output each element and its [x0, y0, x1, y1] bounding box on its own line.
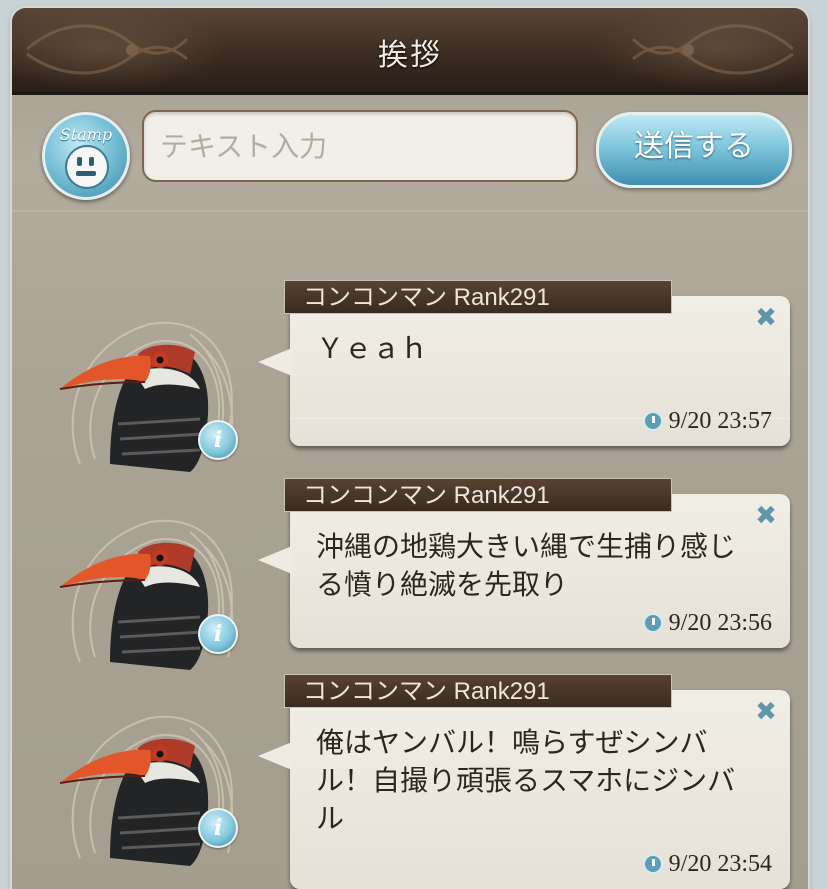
stamp-face-icon [65, 145, 109, 189]
author-name-tag[interactable]: コンコンマン Rank291 [284, 478, 672, 512]
stamp-button[interactable]: Stamp [42, 112, 130, 200]
stamp-label: Stamp [59, 125, 113, 144]
clock-icon [642, 411, 663, 431]
message-timestamp: 9/20 23:54 [642, 851, 772, 877]
clock-icon [642, 854, 663, 874]
author-name-tag[interactable]: コンコンマン Rank291 [284, 674, 672, 708]
info-icon[interactable]: i [198, 808, 238, 848]
message-bubble: ✖ 俺はヤンバル！鳴らすぜシンバル！自撮り頑張るスマホにジンバル 9/20 23… [258, 690, 790, 889]
info-icon[interactable]: i [198, 420, 238, 460]
message-item: i コンコンマン Rank291 ✖ 俺はヤンバル！鳴らすぜシンバル！自撮り頑張… [12, 672, 808, 889]
timestamp-text: 9/20 23:57 [668, 408, 772, 434]
clock-icon [642, 613, 663, 633]
message-timestamp: 9/20 23:57 [642, 408, 772, 434]
message-text: 沖縄の地鶏大きい縄で生捕り感じる憤り絶滅を先取り [316, 530, 737, 601]
message-item: i コンコンマン Rank291 ✖ Ｙｅａｈ 9/20 23:57 [12, 278, 808, 472]
message-bubble: ✖ Ｙｅａｈ 9/20 23:57 [258, 296, 790, 446]
page-title: 挨拶 [378, 38, 442, 73]
timestamp-text: 9/20 23:56 [668, 610, 772, 636]
header-bar: 挨拶 [12, 8, 808, 95]
bubble-tail [258, 348, 292, 376]
author-name-tag[interactable]: コンコンマン Rank291 [284, 280, 672, 314]
message-input[interactable] [142, 110, 578, 182]
close-icon[interactable]: ✖ [754, 305, 778, 331]
message-item: i コンコンマン Rank291 ✖ 沖縄の地鶏大きい縄で生捕り感じる憤り絶滅を… [12, 476, 808, 670]
message-text: 俺はヤンバル！鳴らすぜシンバル！自撮り頑張るスマホにジンバル [316, 726, 736, 835]
chat-panel: 挨拶 Stamp 送信する i [12, 8, 808, 889]
feed-divider [12, 210, 808, 212]
bubble-tail [258, 546, 292, 574]
close-icon[interactable]: ✖ [754, 503, 778, 529]
message-timestamp: 9/20 23:56 [642, 610, 772, 636]
close-icon[interactable]: ✖ [754, 699, 778, 725]
bubble-tail [258, 742, 292, 770]
message-bubble: ✖ 沖縄の地鶏大きい縄で生捕り感じる憤り絶滅を先取り 9/20 23:56 [258, 494, 790, 648]
send-button[interactable]: 送信する [596, 112, 792, 188]
info-icon[interactable]: i [198, 614, 238, 654]
timestamp-text: 9/20 23:54 [668, 851, 772, 877]
message-text: Ｙｅａｈ [316, 332, 429, 365]
